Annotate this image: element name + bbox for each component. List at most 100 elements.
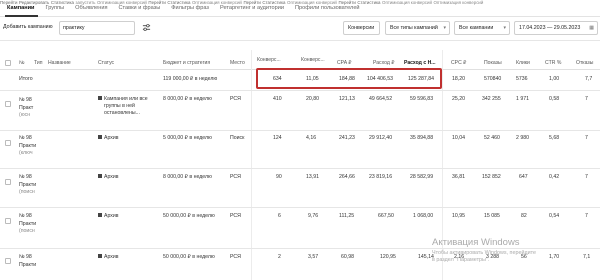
row-impressions: 152 852	[482, 174, 501, 180]
col-cpa[interactable]: CPA ₽	[337, 60, 351, 66]
row-place: РСЯ	[230, 213, 241, 219]
tab-user-profiles[interactable]: Профили пользователей	[295, 5, 360, 11]
campaigns-dropdown[interactable]: Все кампании ▾	[454, 21, 510, 35]
row-clicks: 1 971	[516, 96, 529, 102]
row-place: Поиск	[230, 135, 245, 141]
total-label: Итого	[19, 76, 33, 82]
tab-phrase-filters[interactable]: Фильтры фраз	[171, 5, 209, 11]
chevron-down-icon: ▾	[443, 25, 446, 31]
status-text: Архив	[98, 213, 119, 219]
row-checkbox[interactable]	[5, 101, 11, 107]
col-spend[interactable]: Расход ₽	[373, 60, 394, 66]
col-conv-rate[interactable]: Конверс...	[301, 57, 325, 63]
col-refusals[interactable]: Отказы	[576, 60, 593, 66]
campaign-types-dropdown[interactable]: Все типы кампаний ▾	[385, 21, 450, 35]
row-divider	[0, 248, 600, 249]
row-divider	[0, 207, 600, 208]
campaign-name[interactable]: Практи	[19, 143, 36, 149]
row-cpa: 60,98	[341, 254, 354, 260]
tab-retargeting[interactable]: Ретаргетинг и аудитории	[220, 5, 284, 11]
col-ctr[interactable]: CTR %	[545, 60, 561, 66]
tab-groups[interactable]: Группы	[45, 5, 64, 11]
col-conversions[interactable]: Конверс...	[257, 57, 281, 63]
row-spend: 23 819,16	[369, 174, 393, 180]
campaign-name[interactable]: Практи	[19, 262, 36, 268]
row-clicks: 2 980	[516, 135, 529, 141]
col-spend-with-vat[interactable]: Расход с Н...	[404, 60, 436, 66]
windows-activation-line: в раздел "Параметры".	[432, 257, 490, 263]
row-refusals: 7	[585, 174, 588, 180]
row-impressions: 342 255	[482, 96, 501, 102]
row-conversions: 124	[273, 135, 282, 141]
row-spend-with-vat: 35 894,88	[410, 135, 434, 141]
row-place: РСЯ	[230, 174, 241, 180]
date-range-picker[interactable]: 17.04.2023 — 29.05.2023 ▦	[514, 21, 598, 35]
row-cpa: 264,66	[339, 174, 355, 180]
campaigns-dropdown-value: Все кампании	[459, 25, 494, 31]
row-refusals: 7	[585, 135, 588, 141]
status-text-line: остановлены...	[104, 110, 140, 116]
row-budget: 8 000,00 ₽ в неделю	[163, 174, 212, 180]
campaign-name[interactable]: Практ	[19, 105, 33, 111]
row-conv-rate: 20,80	[306, 96, 319, 102]
chevron-down-icon: ▾	[503, 25, 506, 31]
campaign-name-suffix: (поисн	[19, 189, 35, 195]
goal-dropdown-value: Конверсии	[348, 25, 375, 31]
row-checkbox[interactable]	[5, 179, 11, 185]
status-square-icon	[98, 254, 102, 258]
row-checkbox[interactable]	[5, 258, 11, 264]
row-refusals: 7	[585, 213, 588, 219]
add-campaign-button[interactable]: Добавить кампанию	[3, 24, 53, 30]
row-conv-rate: 13,91	[306, 174, 319, 180]
row-conversions: 2	[278, 254, 281, 260]
total-ctr: 1,00	[549, 76, 560, 82]
col-clicks[interactable]: Клики	[516, 60, 530, 66]
windows-activation-title: Активация Windows	[432, 237, 520, 248]
status-square-icon	[98, 213, 102, 217]
total-refusals: 7,7	[585, 76, 593, 82]
row-budget: 50 000,00 ₽ в неделю	[163, 213, 215, 219]
table-header	[0, 50, 600, 70]
col-status[interactable]: Статус	[98, 60, 114, 66]
row-cpa: 111,25	[339, 213, 355, 219]
col-budget[interactable]: Бюджет и стратегия	[163, 60, 210, 66]
filter-settings-icon[interactable]	[142, 23, 151, 32]
row-cpa: 121,13	[339, 96, 355, 102]
windows-activation-line: Чтобы активировать Windows, перейдите	[432, 250, 537, 256]
tab-bids-phrases[interactable]: Ставки и фразы	[118, 5, 160, 11]
row-ctr: 5,68	[549, 135, 560, 141]
campaign-number: № 98	[19, 254, 32, 260]
campaign-number: № 98	[19, 213, 32, 219]
col-place[interactable]: Место	[230, 60, 245, 66]
row-conversions: 6	[278, 213, 281, 219]
status-text: Архив	[98, 135, 119, 141]
goal-dropdown[interactable]: Конверсии	[343, 21, 380, 35]
campaign-name[interactable]: Практи	[19, 221, 36, 227]
row-checkbox[interactable]	[5, 140, 11, 146]
row-spend-with-vat: 59 596,83	[410, 96, 434, 102]
row-refusals: 7	[585, 96, 588, 102]
row-ctr: 0,54	[549, 213, 560, 219]
row-impressions: 15 085	[484, 213, 500, 219]
tab-ads[interactable]: Объявления	[75, 5, 107, 11]
col-cpc[interactable]: CPC ₽	[451, 60, 466, 66]
campaign-types-value: Все типы кампаний	[390, 25, 438, 31]
status-text: Кампания или все	[98, 96, 148, 102]
col-impressions[interactable]: Показы	[484, 60, 502, 66]
col-type[interactable]: Тип	[34, 60, 43, 66]
row-conversions: 90	[276, 174, 282, 180]
row-checkbox[interactable]	[5, 218, 11, 224]
row-conv-rate: 9,76	[308, 213, 319, 219]
tab-campaigns[interactable]: Кампании	[7, 5, 34, 11]
campaign-name[interactable]: Практи	[19, 182, 36, 188]
top-tabs: Кампании Группы Объявления Ставки и фраз…	[0, 0, 600, 17]
campaign-number: № 98	[19, 135, 32, 141]
row-spend: 667,50	[378, 213, 394, 219]
calendar-icon: ▦	[589, 25, 594, 31]
search-input[interactable]: практику	[59, 21, 135, 35]
col-name[interactable]: Название	[48, 60, 71, 66]
row-clicks: 82	[521, 213, 527, 219]
row-budget: 50 000,00 ₽ в неделю	[163, 254, 215, 260]
col-num[interactable]: №	[19, 60, 24, 66]
select-all-checkbox[interactable]	[5, 60, 11, 66]
